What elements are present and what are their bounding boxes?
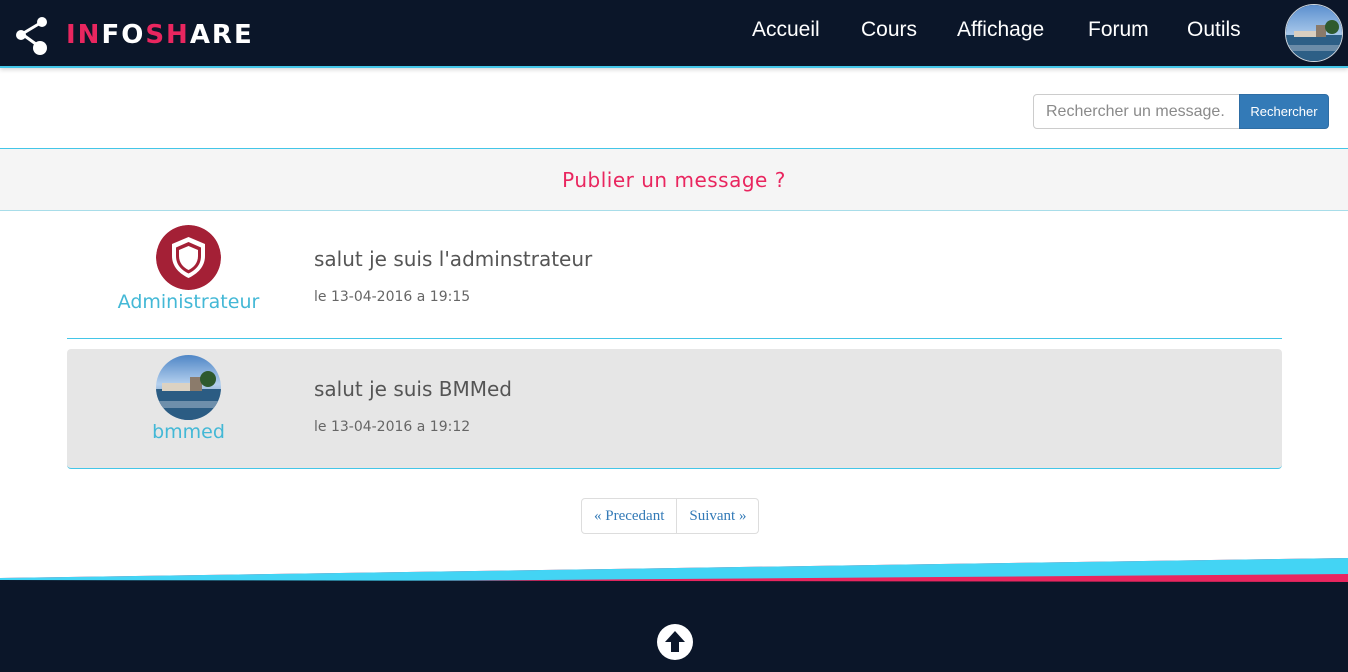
share-icon — [16, 17, 47, 55]
message-author[interactable]: Administrateur — [67, 291, 310, 313]
nav-forum[interactable]: Forum — [1088, 18, 1149, 42]
user-avatar[interactable] — [1285, 4, 1343, 62]
arrow-up-icon[interactable] — [656, 623, 694, 661]
photo-icon — [156, 355, 221, 420]
search-button[interactable]: Rechercher — [1239, 94, 1329, 129]
message-text: salut je suis l'adminstrateur — [314, 247, 593, 271]
message-text: salut je suis BMMed — [314, 377, 512, 401]
navbar: INFOSHARE Accueil Cours Affichage Forum … — [0, 0, 1348, 68]
nav-accueil[interactable]: Accueil — [752, 18, 820, 42]
nav-affichage[interactable]: Affichage — [957, 18, 1044, 42]
brand-logo[interactable]: INFOSHARE — [12, 14, 254, 56]
message-item: bmmed salut je suis BMMed le 13-04-2016 … — [67, 349, 1282, 469]
pagination: « Precedant Suivant » — [581, 498, 760, 534]
message-item: Administrateur salut je suis l'adminstra… — [67, 219, 1282, 339]
search-input[interactable] — [1033, 94, 1240, 129]
message-date: le 13-04-2016 a 19:12 — [314, 419, 471, 435]
message-date: le 13-04-2016 a 19:15 — [314, 289, 471, 305]
photo-icon — [1286, 5, 1342, 61]
shield-icon — [156, 225, 221, 290]
publish-message-link[interactable]: Publier un message ? — [0, 148, 1348, 211]
next-page-button[interactable]: Suivant » — [677, 498, 760, 534]
message-author[interactable]: bmmed — [67, 421, 310, 443]
nav-cours[interactable]: Cours — [861, 18, 917, 42]
user-avatar — [156, 355, 221, 420]
admin-avatar — [156, 225, 221, 290]
previous-page-button[interactable]: « Precedant — [581, 498, 678, 534]
nav-outils[interactable]: Outils — [1187, 18, 1241, 42]
brand-name: INFOSHARE — [66, 20, 254, 50]
